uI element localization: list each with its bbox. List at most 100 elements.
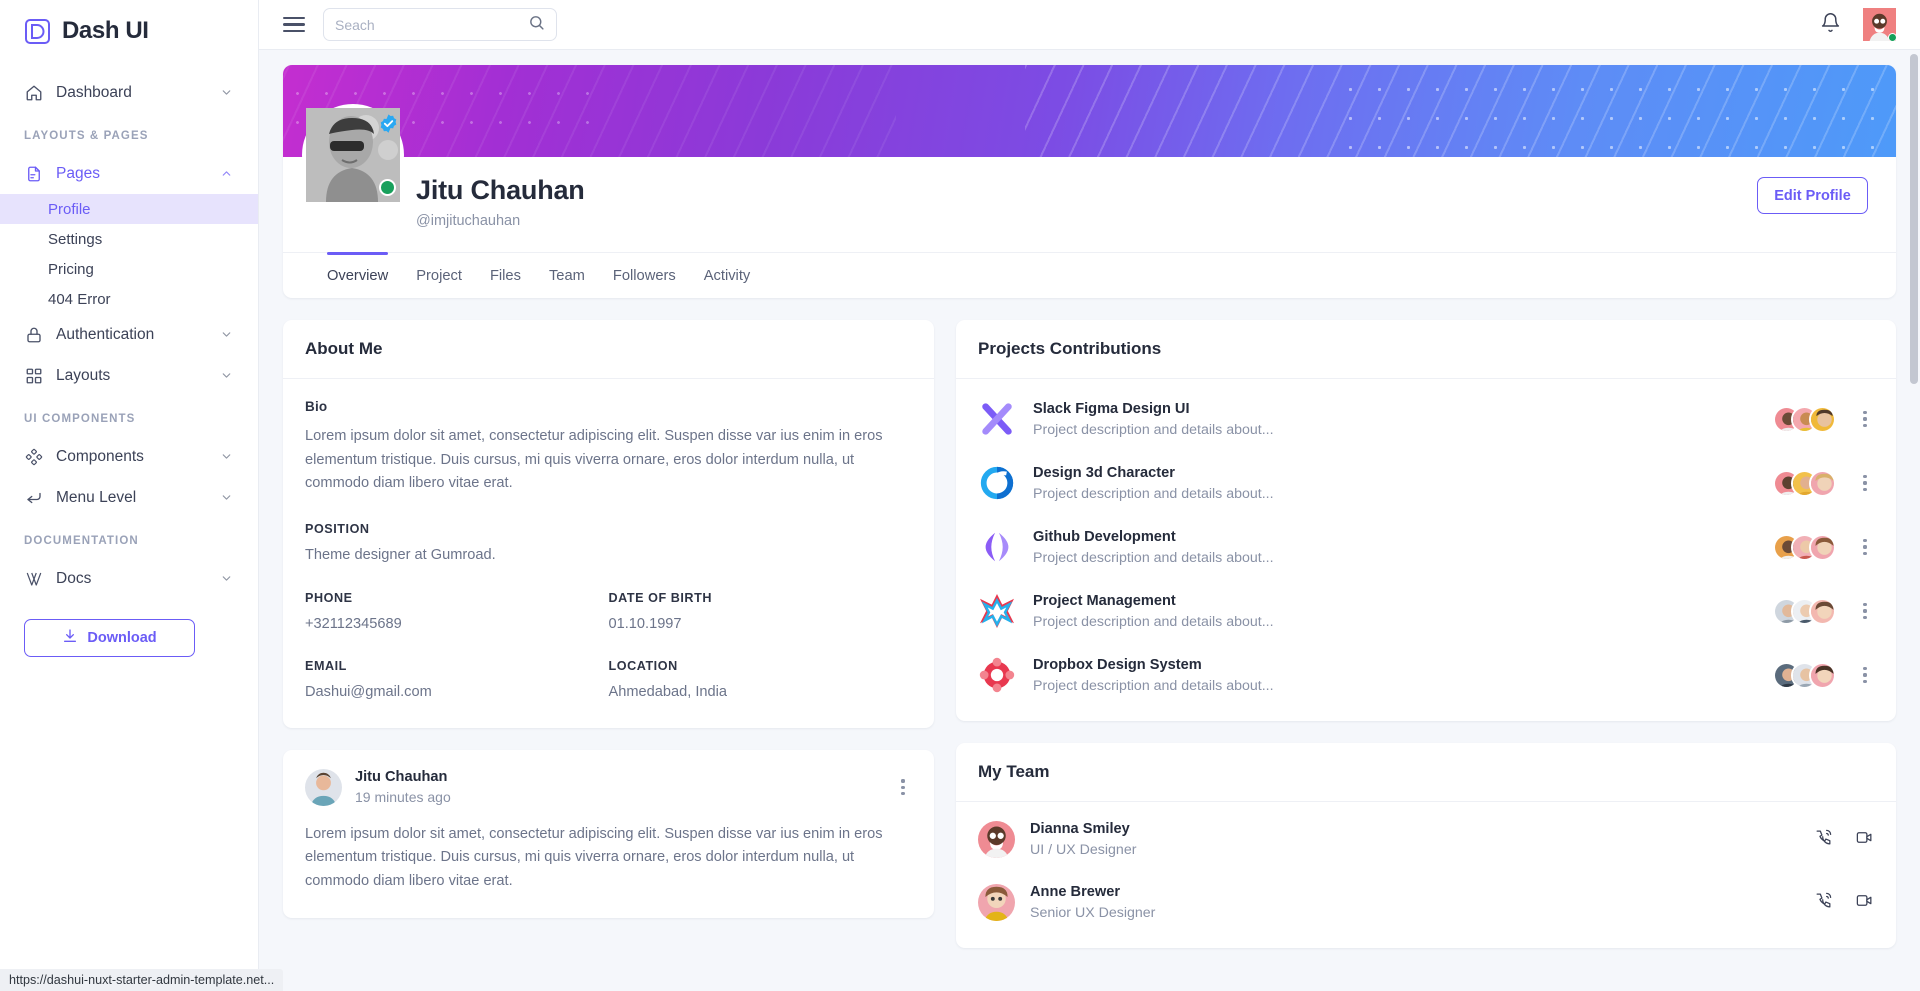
list-item[interactable]: Slack Figma Design UI Project descriptio… (978, 387, 1874, 451)
field-label: PHONE (305, 590, 353, 605)
pages-icon (24, 164, 43, 183)
profile-body: Jitu Chauhan @imjituchauhan Edit Profile (283, 104, 1896, 252)
tab-activity[interactable]: Activity (690, 253, 765, 298)
tab-label: Team (548, 268, 585, 284)
sidebar-item-label: Authentication (56, 325, 155, 343)
profile-header-card: Jitu Chauhan @imjituchauhan Edit Profile… (283, 65, 1896, 298)
search-box[interactable] (323, 8, 557, 41)
tab-project[interactable]: Project (402, 253, 476, 298)
my-team-header: My Team (956, 743, 1896, 802)
card-title: About Me (305, 339, 383, 358)
download-button[interactable]: Download (24, 619, 195, 657)
field-date-of-birth: DATE OF BIRTH 01.10.1997 (609, 591, 913, 636)
docs-icon (24, 569, 43, 588)
list-item[interactable]: Project Management Project description a… (978, 579, 1874, 643)
tab-overview[interactable]: Overview (313, 252, 402, 298)
vertical-scrollbar[interactable] (1910, 54, 1918, 384)
project-name: Dropbox Design System (1033, 656, 1202, 673)
project-name: Github Development (1033, 528, 1176, 545)
sidebar-item-profile[interactable]: Profile (0, 194, 258, 224)
list-item[interactable]: Anne Brewer Senior UX Designer (978, 871, 1874, 934)
app-root: Dash UI Dashboard LAYOUTS & PAGES Pages (0, 0, 1920, 991)
project-members-avatars (1773, 469, 1836, 497)
sidebar-item-menu-level[interactable]: Menu Level (0, 477, 258, 518)
list-item[interactable]: Dianna Smiley UI / UX Designer (978, 808, 1874, 871)
list-item[interactable]: Dropbox Design System Project descriptio… (978, 643, 1874, 707)
list-item[interactable]: Github Development Project description a… (978, 515, 1874, 579)
tab-label: Activity (703, 268, 751, 284)
team-member-role: Senior UX Designer (1030, 905, 1156, 921)
hamburger-icon[interactable] (283, 16, 305, 34)
field-value: Ahmedabad, India (608, 684, 727, 701)
bell-icon[interactable] (1820, 12, 1841, 38)
video-call-icon[interactable] (1855, 828, 1874, 852)
chevron-down-icon (220, 572, 234, 586)
tab-label: Files (489, 268, 521, 284)
team-member-name: Dianna Smiley (1030, 821, 1130, 837)
phone-call-icon[interactable] (1814, 828, 1833, 852)
search-icon[interactable] (528, 14, 545, 36)
projects-contributions-card: Projects Contributions Slack Figma Desig… (956, 320, 1896, 721)
sidebar-item-pricing[interactable]: Pricing (0, 254, 258, 284)
sidebar-item-label: Pages (56, 164, 100, 182)
post-menu-icon[interactable] (894, 779, 912, 796)
list-item[interactable]: Design 3d Character Project description … (978, 451, 1874, 515)
project-text: Project Management Project description a… (1033, 593, 1773, 630)
sidebar-item-404-error[interactable]: 404 Error (0, 284, 258, 314)
sidebar-subitem-label: Profile (48, 200, 91, 218)
dropbox-design-icon (978, 656, 1016, 694)
profile-banner (283, 65, 1896, 157)
tab-label: Overview (327, 268, 389, 284)
sidebar-item-docs[interactable]: Docs (0, 558, 258, 599)
brand-logo[interactable]: Dash UI (0, 0, 258, 62)
sidebar-subitem-label: Settings (48, 230, 103, 248)
search-input[interactable] (335, 16, 520, 33)
lock-icon (24, 325, 43, 344)
tab-files[interactable]: Files (476, 253, 535, 298)
kebab-menu-icon[interactable] (1856, 603, 1874, 619)
sidebar-item-label: Docs (56, 569, 92, 587)
main-area: Jitu Chauhan @imjituchauhan Edit Profile… (259, 0, 1920, 991)
kebab-menu-icon[interactable] (1856, 475, 1874, 491)
page-title: Jitu Chauhan (416, 175, 585, 205)
sidebar-item-authentication[interactable]: Authentication (0, 314, 258, 355)
sidebar: Dash UI Dashboard LAYOUTS & PAGES Pages (0, 0, 259, 991)
kebab-menu-icon[interactable] (1856, 667, 1874, 683)
edit-profile-button[interactable]: Edit Profile (1757, 177, 1868, 214)
post-header: Jitu Chauhan 19 minutes ago (283, 750, 934, 806)
video-call-icon[interactable] (1855, 891, 1874, 915)
chevron-down-icon (220, 450, 234, 464)
tab-followers[interactable]: Followers (599, 253, 690, 298)
kebab-menu-icon[interactable] (1856, 411, 1874, 427)
phone-call-icon[interactable] (1814, 891, 1833, 915)
kebab-menu-icon[interactable] (1856, 539, 1874, 555)
sidebar-subitem-label: 404 Error (48, 290, 111, 308)
field-phone: PHONE +32112345689 (305, 591, 609, 636)
profile-avatar[interactable] (302, 104, 404, 206)
card-title: Projects Contributions (978, 339, 1162, 358)
avatar (1809, 469, 1836, 497)
project-text: Dropbox Design System Project descriptio… (1033, 657, 1773, 694)
sidebar-item-dashboard[interactable]: Dashboard (0, 72, 258, 113)
project-description: Project description and details about... (1033, 613, 1274, 630)
profile-handle: @imjituchauhan (416, 213, 521, 229)
avatar[interactable] (1863, 8, 1897, 42)
about-me-body: Bio Lorem ipsum dolor sit amet, consecte… (283, 379, 934, 728)
right-column: Projects Contributions Slack Figma Desig… (956, 320, 1896, 948)
sidebar-item-components[interactable]: Components (0, 436, 258, 477)
banner-dots-right (1336, 75, 1896, 157)
sidebar-item-label: Dashboard (56, 83, 132, 101)
field-row-1: PHONE +32112345689 DATE OF BIRTH 01.10.1… (305, 591, 912, 636)
avatar (1809, 661, 1836, 689)
sidebar-item-settings[interactable]: Settings (0, 224, 258, 254)
project-text: Design 3d Character Project description … (1033, 465, 1773, 502)
download-button-label: Download (87, 630, 157, 646)
sidebar-item-pages[interactable]: Pages (0, 153, 258, 194)
field-position: POSITION Theme designer at Gumroad. (305, 522, 912, 567)
sidebar-item-layouts[interactable]: Layouts (0, 355, 258, 396)
tab-team[interactable]: Team (535, 253, 599, 298)
brand-name: Dash UI (62, 17, 149, 44)
status-bar-url: https://dashui-nuxt-starter-admin-templa… (0, 969, 284, 991)
content-scroll-area: Jitu Chauhan @imjituchauhan Edit Profile… (259, 50, 1920, 991)
sidebar-item-label: Components (56, 447, 144, 465)
